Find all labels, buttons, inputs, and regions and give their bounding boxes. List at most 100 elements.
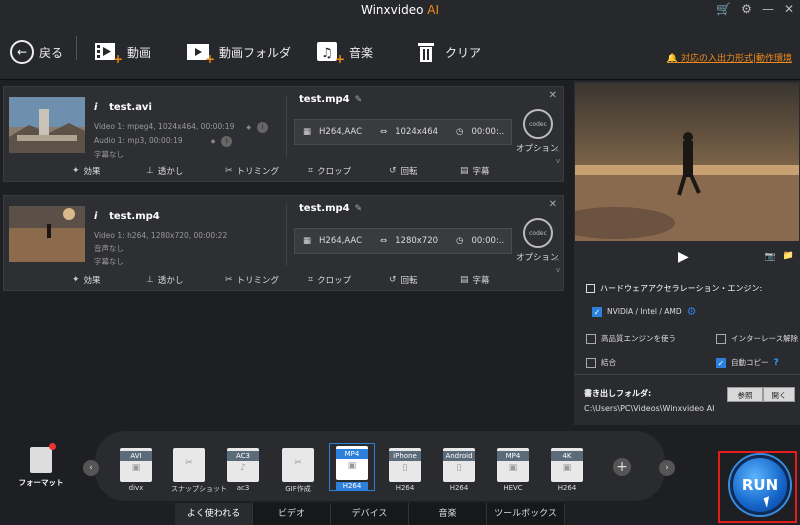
chevron-right-icon[interactable]: › [659, 460, 675, 476]
rotate-button[interactable]: ↺ 回転 [389, 165, 418, 177]
checkbox-checked[interactable]: ✓ [716, 357, 726, 368]
close-icon[interactable]: ✕ [784, 2, 794, 16]
video-thumbnail[interactable] [9, 206, 85, 262]
format-card-4k[interactable]: 4K ▣ H264 [549, 448, 585, 492]
browse-button[interactable]: 参照 [727, 387, 763, 402]
source-info: i test.avi Video 1: mpeg4, 1024x464, 00:… [94, 95, 274, 161]
hw-option-checkbox[interactable]: ✓ NVIDIA / Intel / AMD ⚙ [592, 305, 697, 318]
option-label[interactable]: オプション [516, 251, 559, 263]
run-button[interactable]: RUN [730, 455, 790, 515]
video-preview[interactable] [575, 83, 799, 241]
tab-popular[interactable]: よく使われる [175, 503, 253, 525]
add-video-button[interactable]: + 動画 [94, 40, 151, 64]
subtitle-button[interactable]: ▤ 字幕 [460, 165, 490, 177]
title-bar: Winxvideo AI 🛒 ⚙ — ✕ [0, 0, 800, 22]
hq-engine-checkbox[interactable]: 高品質エンジンを使う [586, 333, 676, 344]
tab-toolbox[interactable]: ツールボックス [487, 503, 565, 525]
file-item[interactable]: i test.avi Video 1: mpeg4, 1024x464, 00:… [3, 86, 564, 182]
format-card-snapshot[interactable]: ✂ スナップショット [171, 448, 227, 493]
track-info-icon[interactable]: i [221, 136, 233, 147]
app-title: Winxvideo AI [361, 3, 439, 17]
edit-toolbar: ✦ 効果 ⊥ 透かし ✂ トリミング ⌗ クロップ ↺ 回転 ▤ 字幕 [4, 270, 563, 290]
subtitle-button[interactable]: ▤ 字幕 [460, 274, 490, 286]
cart-icon[interactable]: 🛒 [716, 2, 731, 16]
music-plus-icon: ♫ + [316, 40, 344, 64]
remove-item-button[interactable]: ✕ [549, 90, 557, 101]
option-label[interactable]: オプション [516, 142, 559, 154]
open-folder-button[interactable]: 開く [763, 387, 795, 402]
add-format-button[interactable]: + [613, 458, 631, 476]
info-icon[interactable]: i [94, 211, 104, 222]
file-list: i test.avi Video 1: mpeg4, 1024x464, 00:… [0, 81, 570, 425]
watermark-button[interactable]: ⊥ 透かし [146, 274, 183, 286]
crop-button[interactable]: ⌗ クロップ [308, 274, 351, 286]
hw-accel-title: ハードウェアアクセラレーション・エンジン: [586, 283, 762, 294]
toolbar-divider [76, 36, 77, 60]
pencil-icon[interactable]: ✎ [355, 204, 363, 214]
format-card-avi[interactable]: AVI ▣ divx [118, 448, 154, 492]
checkbox[interactable] [586, 357, 596, 368]
info-icon[interactable]: i [94, 102, 104, 113]
settings-gear-icon[interactable]: ⚙ [687, 305, 697, 318]
chevron-up-icon[interactable]: ^ [554, 258, 560, 266]
film-icon: ▣ [347, 461, 357, 471]
right-panel: ▶ 📷 📁 ハードウェアアクセラレーション・エンジン: ✓ NVIDIA / In… [574, 81, 800, 425]
clear-button[interactable]: クリア [412, 40, 481, 64]
play-icon[interactable]: ▶ [678, 249, 689, 265]
output-name[interactable]: test.mp4 ✎ [299, 203, 362, 214]
support-link[interactable]: 🔔 対応の入出力形式|動作環境 [667, 51, 792, 64]
add-music-button[interactable]: ♫ + 音楽 [316, 40, 373, 64]
device-icon: ▯ [456, 463, 462, 473]
trim-button[interactable]: ✂ トリミング [225, 165, 279, 177]
film-icon: ▣ [562, 463, 572, 473]
camera-icon[interactable]: 📷 [765, 252, 776, 262]
track-info-icon[interactable]: i [256, 122, 268, 133]
pencil-icon[interactable]: ✎ [355, 95, 363, 105]
trim-button[interactable]: ✂ トリミング [225, 274, 279, 286]
tab-device[interactable]: デバイス [331, 503, 409, 525]
effect-button[interactable]: ✦ 効果 [72, 165, 101, 177]
clock-icon: ◷ [456, 236, 464, 246]
checkbox-checked[interactable]: ✓ [592, 306, 602, 317]
format-card-mp4-hevc[interactable]: MP4 ▣ HEVC [495, 448, 531, 492]
checkbox[interactable] [716, 333, 726, 344]
crop-button[interactable]: ⌗ クロップ [308, 165, 351, 177]
tab-video[interactable]: ビデオ [253, 503, 331, 525]
stamp-icon: ⊥ [146, 275, 154, 285]
svg-text:♫: ♫ [321, 46, 333, 61]
format-card-android[interactable]: Android ▯ H264 [441, 448, 477, 492]
output-folder-label: 書き出しフォルダ: [584, 389, 652, 398]
format-card-iphone[interactable]: iPhone ▯ H264 [387, 448, 423, 492]
chevron-up-icon[interactable]: ^ [554, 149, 560, 157]
remove-item-button[interactable]: ✕ [549, 199, 557, 210]
divider [286, 95, 287, 157]
format-card-gif[interactable]: ✂ GIF作成 [280, 448, 316, 493]
rotate-icon: ↺ [389, 166, 397, 176]
auto-copy-checkbox[interactable]: ✓ 自動コピー? [716, 357, 779, 368]
film-icon: ▣ [508, 463, 518, 473]
format-card-mp4-h264[interactable]: MP4 ▣ H264 [329, 443, 375, 491]
merge-checkbox[interactable]: 結合 [586, 357, 616, 368]
watermark-button[interactable]: ⊥ 透かし [146, 165, 183, 177]
folder-icon[interactable]: 📁 [783, 251, 794, 261]
chevron-left-icon[interactable]: ‹ [83, 460, 99, 476]
video-thumbnail[interactable] [9, 97, 85, 153]
codec-option-icon[interactable]: codec [523, 109, 553, 139]
help-icon[interactable]: ? [774, 358, 779, 368]
minimize-icon[interactable]: — [762, 2, 774, 16]
checkbox[interactable] [586, 333, 596, 344]
file-item[interactable]: i test.mp4 Video 1: h264, 1280x720, 00:0… [3, 195, 564, 291]
gear-icon[interactable]: ⚙ [741, 2, 752, 16]
add-video-folder-button[interactable]: + 動画フォルダ [186, 40, 291, 64]
format-selector[interactable]: フォーマット [18, 443, 64, 488]
codec-option-icon[interactable]: codec [523, 218, 553, 248]
effect-button[interactable]: ✦ 効果 [72, 274, 101, 286]
deinterlace-checkbox[interactable]: インターレース解除 [716, 333, 798, 344]
tab-music[interactable]: 音楽 [409, 503, 487, 525]
rotate-button[interactable]: ↺ 回転 [389, 274, 418, 286]
output-info: ▦ H264,AAC ⇔ 1024x464 ◷ 00:00:.. [294, 119, 512, 145]
output-name[interactable]: test.mp4 ✎ [299, 94, 362, 105]
subtitle-icon: ▤ [460, 166, 469, 176]
format-card-ac3[interactable]: AC3 ♪ ac3 [225, 448, 261, 492]
back-button[interactable]: ← 戻る [10, 40, 63, 64]
